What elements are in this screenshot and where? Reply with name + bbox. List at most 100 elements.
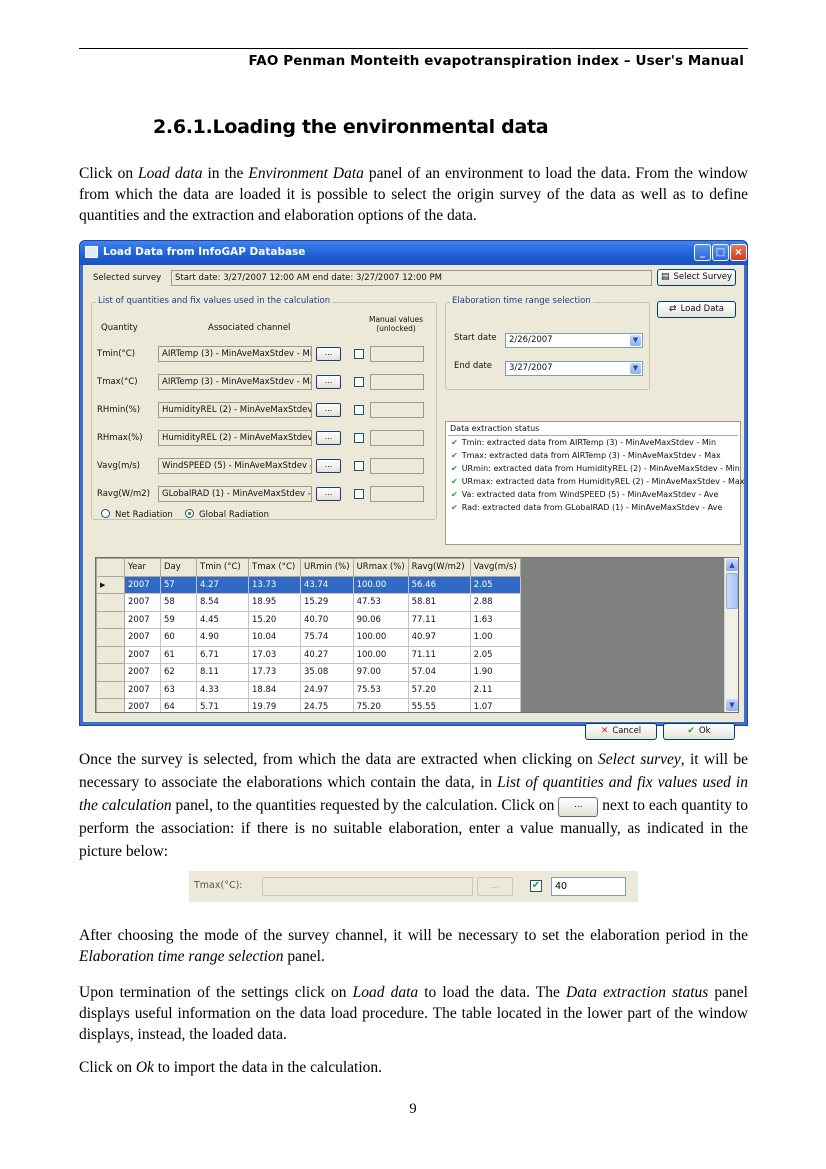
- table-cell[interactable]: 18.95: [248, 593, 301, 612]
- manual-value-field[interactable]: [370, 346, 424, 362]
- table-cell[interactable]: 35.08: [300, 663, 354, 682]
- table-cell[interactable]: 63: [160, 680, 197, 699]
- table-cell[interactable]: 43.74: [300, 575, 354, 594]
- table-row[interactable]: ▶ 2007 57 4.27 13.73 43.74 100.00 56.46 2.05: [96, 575, 521, 594]
- associate-button[interactable]: ...: [316, 375, 341, 389]
- load-data-button[interactable]: ⇄ Load Data: [657, 301, 736, 318]
- radio-net[interactable]: [101, 509, 110, 518]
- select-survey-button[interactable]: ▤ Select Survey: [657, 269, 736, 286]
- column-header[interactable]: Vavg(m/s): [469, 558, 521, 577]
- table-cell[interactable]: 62: [160, 663, 197, 682]
- table-cell[interactable]: 24.97: [300, 680, 354, 699]
- table-cell[interactable]: 2.11: [469, 680, 521, 699]
- associate-button[interactable]: ...: [316, 459, 341, 473]
- scroll-thumb[interactable]: [726, 573, 738, 609]
- table-cell[interactable]: 13.73: [248, 575, 301, 594]
- table-cell[interactable]: 2007: [124, 698, 161, 712]
- table-cell[interactable]: 1.90: [469, 663, 521, 682]
- table-cell[interactable]: 56.46: [407, 575, 471, 594]
- strip-checkbox[interactable]: ✔: [530, 880, 542, 892]
- table-cell[interactable]: 1.07: [469, 698, 521, 712]
- table-cell[interactable]: 2007: [124, 593, 161, 612]
- column-header[interactable]: Year: [124, 558, 161, 577]
- maximize-icon[interactable]: □: [712, 244, 729, 261]
- table-cell[interactable]: 97.00: [352, 663, 409, 682]
- row-header[interactable]: [96, 628, 125, 647]
- close-icon[interactable]: ×: [730, 244, 747, 261]
- table-cell[interactable]: 40.70: [300, 610, 354, 629]
- net-radiation-option[interactable]: Net Radiation: [101, 509, 173, 520]
- table-cell[interactable]: 75.53: [352, 680, 409, 699]
- table-cell[interactable]: 19.79: [248, 698, 301, 712]
- associate-button[interactable]: ...: [316, 347, 341, 361]
- table-cell[interactable]: 4.27: [196, 575, 249, 594]
- manual-checkbox[interactable]: [354, 433, 364, 443]
- table-cell[interactable]: 4.90: [196, 628, 249, 647]
- table-cell[interactable]: 2.05: [469, 645, 521, 664]
- table-cell[interactable]: 100.00: [352, 628, 409, 647]
- strip-dots-button[interactable]: ...: [477, 877, 513, 896]
- table-cell[interactable]: 57: [160, 575, 197, 594]
- table-cell[interactable]: 18.84: [248, 680, 301, 699]
- table-cell[interactable]: 61: [160, 645, 197, 664]
- table-cell[interactable]: 17.03: [248, 645, 301, 664]
- row-header[interactable]: ▶: [96, 575, 125, 594]
- row-header[interactable]: [96, 610, 125, 629]
- ok-button[interactable]: ✔ Ok: [663, 723, 735, 740]
- table-cell[interactable]: 47.53: [352, 593, 409, 612]
- table-row[interactable]: 2007 60 4.90 10.04 75.74 100.00 40.97 1.00: [96, 628, 521, 647]
- manual-checkbox[interactable]: [354, 489, 364, 499]
- table-cell[interactable]: 24.75: [300, 698, 354, 712]
- cancel-button[interactable]: ✕ Cancel: [585, 723, 657, 740]
- table-cell[interactable]: 40.27: [300, 645, 354, 664]
- table-cell[interactable]: 4.45: [196, 610, 249, 629]
- table-cell[interactable]: 10.04: [248, 628, 301, 647]
- table-cell[interactable]: 64: [160, 698, 197, 712]
- table-cell[interactable]: 60: [160, 628, 197, 647]
- table-cell[interactable]: 100.00: [352, 575, 409, 594]
- grid-scrollbar[interactable]: ▲ ▼: [724, 558, 738, 712]
- table-row[interactable]: 2007 63 4.33 18.84 24.97 75.53 57.20 2.11: [96, 680, 521, 699]
- column-header[interactable]: Day: [160, 558, 197, 577]
- manual-value-field[interactable]: [370, 430, 424, 446]
- table-cell[interactable]: 2007: [124, 575, 161, 594]
- table-cell[interactable]: 2007: [124, 628, 161, 647]
- column-header[interactable]: Tmin (°C): [196, 558, 249, 577]
- table-cell[interactable]: 1.00: [469, 628, 521, 647]
- manual-checkbox[interactable]: [354, 405, 364, 415]
- chevron-down-icon[interactable]: ▼: [630, 335, 641, 346]
- manual-value-field[interactable]: [370, 374, 424, 390]
- row-header[interactable]: [96, 680, 125, 699]
- scroll-down-icon[interactable]: ▼: [726, 699, 738, 711]
- column-header[interactable]: URmax (%): [352, 558, 409, 577]
- table-cell[interactable]: 55.55: [407, 698, 471, 712]
- scroll-up-icon[interactable]: ▲: [726, 559, 738, 571]
- table-cell[interactable]: 40.97: [407, 628, 471, 647]
- strip-value-field[interactable]: 40: [551, 877, 626, 896]
- column-header[interactable]: URmin (%): [300, 558, 354, 577]
- table-cell[interactable]: 6.71: [196, 645, 249, 664]
- table-cell[interactable]: 77.11: [407, 610, 471, 629]
- table-cell[interactable]: 2.05: [469, 575, 521, 594]
- global-radiation-option[interactable]: Global Radiation: [185, 509, 269, 520]
- table-cell[interactable]: 71.11: [407, 645, 471, 664]
- table-cell[interactable]: 15.29: [300, 593, 354, 612]
- table-cell[interactable]: 59: [160, 610, 197, 629]
- table-cell[interactable]: 2007: [124, 610, 161, 629]
- table-cell[interactable]: 58.81: [407, 593, 471, 612]
- table-cell[interactable]: 17.73: [248, 663, 301, 682]
- manual-checkbox[interactable]: [354, 461, 364, 471]
- table-cell[interactable]: 90.06: [352, 610, 409, 629]
- table-cell[interactable]: 58: [160, 593, 197, 612]
- column-header[interactable]: Tmax (°C): [248, 558, 301, 577]
- associate-button[interactable]: ...: [316, 403, 341, 417]
- manual-checkbox[interactable]: [354, 377, 364, 387]
- row-header[interactable]: [96, 698, 125, 712]
- manual-value-field[interactable]: [370, 486, 424, 502]
- table-cell[interactable]: 5.71: [196, 698, 249, 712]
- radio-global[interactable]: [185, 509, 194, 518]
- table-cell[interactable]: 8.54: [196, 593, 249, 612]
- table-cell[interactable]: 57.20: [407, 680, 471, 699]
- row-header[interactable]: [96, 593, 125, 612]
- chevron-down-icon[interactable]: ▼: [630, 363, 641, 374]
